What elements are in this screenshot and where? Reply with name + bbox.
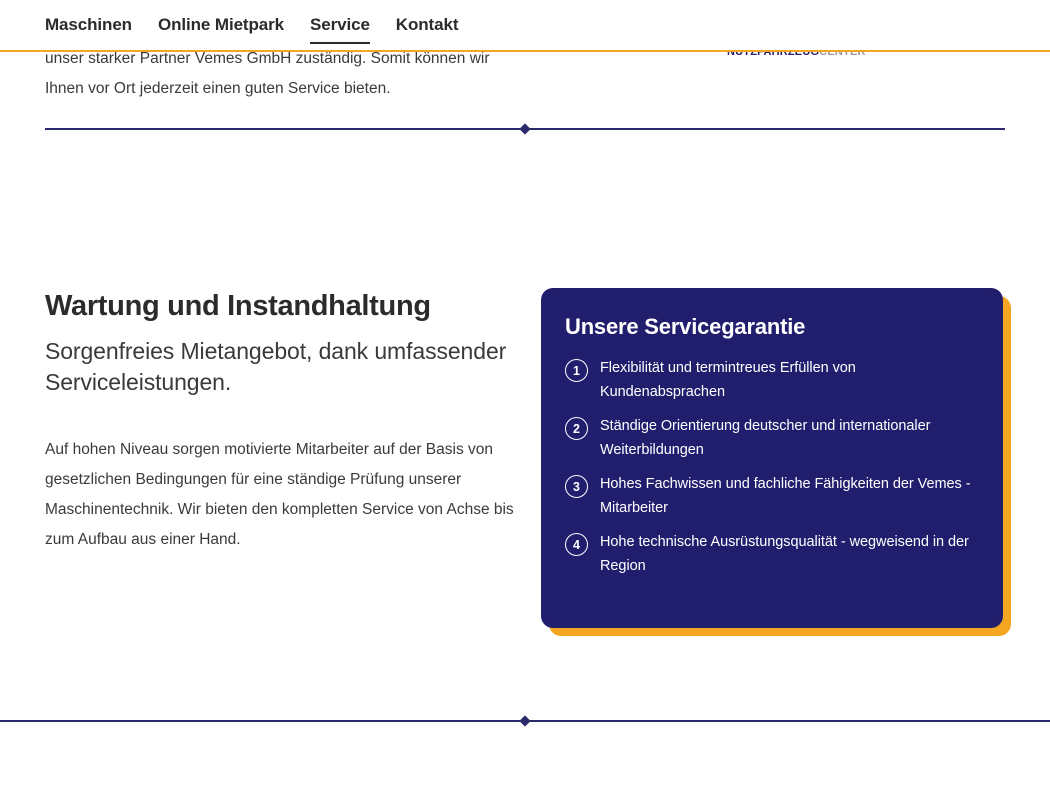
list-item-text: Flexibilität und termintreues Erfüllen v… xyxy=(600,360,856,400)
nav-item-service[interactable]: Service xyxy=(310,15,370,44)
guarantee-list: 1 Flexibilität und termintreues Erfüllen… xyxy=(565,356,975,578)
list-item-text: Hohes Fachwissen und fachliche Fähigkeit… xyxy=(600,476,971,516)
card-title: Unsere Servicegarantie xyxy=(565,314,806,339)
nav-item-maschinen[interactable]: Maschinen xyxy=(45,15,132,37)
page-content: unser starker Partner Vemes GmbH zuständ… xyxy=(0,0,1050,788)
list-item: 4 Hohe technische Ausrüstungsqualität - … xyxy=(565,530,975,578)
list-item-text: Hohe technische Ausrüstungsqualität - we… xyxy=(600,534,969,574)
divider-top xyxy=(45,128,1005,130)
number-badge-icon: 4 xyxy=(565,533,588,556)
intro-paragraph: unser starker Partner Vemes GmbH zuständ… xyxy=(45,44,515,104)
page-title: Wartung und Instandhaltung xyxy=(45,290,431,322)
service-guarantee-card: Unsere Servicegarantie 1 Flexibilität un… xyxy=(541,288,1011,636)
service-text-column: Wartung und Instandhaltung Sorgenfreies … xyxy=(45,288,515,555)
list-item-text: Ständige Orientierung deutscher und inte… xyxy=(600,418,931,458)
number-badge-icon: 3 xyxy=(565,475,588,498)
list-item: 3 Hohes Fachwissen und fachliche Fähigke… xyxy=(565,472,975,520)
nav-item-kontakt[interactable]: Kontakt xyxy=(396,15,459,37)
card-surface: Unsere Servicegarantie 1 Flexibilität un… xyxy=(541,288,1003,628)
list-item: 2 Ständige Orientierung deutscher und in… xyxy=(565,414,975,462)
nav-item-online-mietpark[interactable]: Online Mietpark xyxy=(158,15,284,37)
page-subtitle: Sorgenfreies Mietangebot, dank umfassend… xyxy=(45,338,507,395)
divider-bottom xyxy=(0,720,1050,722)
number-badge-icon: 1 xyxy=(565,359,588,382)
site-header: Maschinen Online Mietpark Service Kontak… xyxy=(0,0,1050,52)
list-item: 1 Flexibilität und termintreues Erfüllen… xyxy=(565,356,975,404)
page-body-text: Auf hohen Niveau sorgen motivierte Mitar… xyxy=(45,441,514,549)
number-badge-icon: 2 xyxy=(565,417,588,440)
main-navigation: Maschinen Online Mietpark Service Kontak… xyxy=(0,0,1050,52)
intro-line-visible: Ihnen vor Ort jederzeit einen guten Serv… xyxy=(45,80,391,97)
